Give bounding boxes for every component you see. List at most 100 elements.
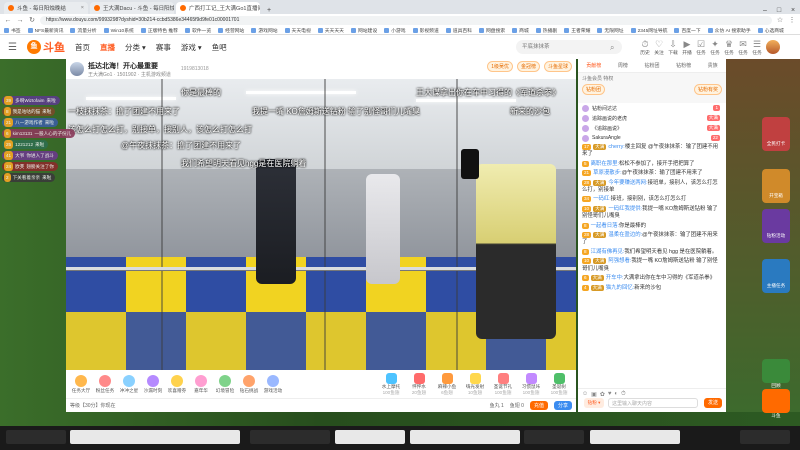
emoji-icon[interactable]: ☺ [582,391,588,398]
chat-username[interactable]: 温柔在盈边的: [608,232,642,238]
promo-card[interactable]: 主播任务 [762,259,790,293]
bookmark-item[interactable]: 王者荣耀 [564,27,590,34]
browser-tab-active[interactable]: 广西打工记_王大满Go1直播间× [176,2,260,14]
chat-tab[interactable]: 周榜 [618,62,628,69]
chat-username[interactable]: 一码红我提供: [608,206,642,212]
bookmark-item[interactable]: 正版特色 推荐 [140,27,178,34]
chat-username[interactable]: 一起看日落: [591,223,619,229]
bookmark-item[interactable]: 网站建设 [350,27,377,34]
menu-icon[interactable]: ⋮ [788,16,796,24]
bookmark-item[interactable]: 经营网站 [218,27,244,34]
fan-level-badge[interactable]: 1级吴优 [487,61,513,72]
gift-item[interactable]: 麻辣小鱼 6鱼翅 [434,372,460,396]
nav-fishbar[interactable]: 鱼吧 [212,42,227,53]
browser-tab[interactable]: 王大满Dacu - 斗鱼 - 每日阳烛晚结× [90,2,174,14]
fanclub-link[interactable]: 钻粉团 [582,84,606,95]
chat-tab[interactable]: 贵族 [708,62,718,69]
overlay-user[interactable]: kim13131 [13,129,33,138]
overlay-user[interactable]: 下关看着亲亲 [13,173,41,182]
streamer-name[interactable]: 王大满Go1 [88,72,112,78]
history-icon[interactable]: ⏱ [621,391,626,398]
tool-3[interactable]: 沙漏时刻 [142,374,164,394]
minimize-icon[interactable]: – [758,7,772,14]
chat-username[interactable]: 今年要赚送两网: [608,180,647,186]
gift-item[interactable]: 怦怦水 20鱼翅 [406,372,432,396]
gift-item[interactable]: 水上摩托 100鱼翅 [378,372,404,396]
fan-item[interactable]: 钻粉间达达 1 [578,103,726,113]
overlay-user[interactable]: 多啊Wiztofaim [15,96,44,105]
image-icon[interactable]: ▣ [591,391,597,398]
taskbar-item[interactable] [70,430,240,444]
bookmark-item[interactable]: 流量分析 [70,27,97,34]
bookmark-item[interactable]: 百度一下 [674,27,701,34]
fan-item[interactable]: 追踪画说的老虎 大满 [578,113,726,123]
hamburger-icon[interactable]: ☰ [8,42,17,53]
taskbar-tray[interactable] [740,430,790,444]
share-button[interactable]: 分享 [553,401,572,410]
tool-6[interactable]: 幻境冒险 [214,374,236,394]
nav-games[interactable]: 游戏 ▾ [181,42,202,53]
bookmark-item[interactable]: 影视频道 [412,27,439,34]
back-icon[interactable]: ← [4,17,12,24]
tool-8[interactable]: 游戏活动 [262,374,284,394]
overlay-user[interactable]: 八一游戏作者 [15,118,43,127]
gift-item[interactable]: 嗨光发射 10鱼翅 [462,372,488,396]
bookmark-item[interactable]: 书签 [4,27,21,34]
taskbar-item[interactable] [410,430,520,444]
taskbar-item[interactable] [6,430,66,444]
planet-badge[interactable]: 斗鱼星球 [543,61,572,72]
header-icon-8[interactable]: ☰ 任务 [746,39,768,56]
taskbar-item[interactable] [590,430,680,444]
promo-card[interactable]: 全民打卡 [762,117,790,151]
overlay-user[interactable]: 1221212 [15,140,33,149]
gift-icon[interactable]: ✿ [600,391,605,398]
chat-tab[interactable]: 钻粉榜 [676,62,691,69]
maximize-icon[interactable]: □ [772,7,786,14]
bookmark-item[interactable]: NFS最新资讯 [27,27,63,34]
overlay-user[interactable]: 大爷 [15,151,24,160]
star-icon[interactable]: ☆ [776,16,784,24]
bookmark-item[interactable]: 无限网址 [597,27,624,34]
tool-1[interactable]: 粉丝任务 [94,374,116,394]
search-input[interactable]: 平底抹抹茶 [516,40,622,54]
search-icon[interactable]: ⌕ [610,43,614,53]
video-player[interactable]: 你是最棒的 王大谋拿出你在车中习得的《军道杀拳》 一枝抹抹茶：撸了团建不用来了 … [66,79,576,370]
fan-item[interactable]: SakuraAngle 22 [578,133,726,143]
chat-input[interactable]: 这里输入聊天内容 [608,398,698,408]
send-button[interactable]: 发送 [704,398,722,408]
bookmark-item[interactable]: 软件一览 [184,27,211,34]
room-category[interactable]: 主机游戏频道 [141,72,171,78]
fan-item[interactable]: 《追踪画说》 大满 [578,123,726,133]
bookmark-item[interactable]: 热播剧 [535,27,557,34]
promo-card[interactable]: 斗鱼 [762,389,790,418]
chat-username[interactable]: 草原漫散步: [593,170,621,176]
overlay-user[interactable]: 我是咕咕的猫 [13,107,41,116]
color-icon[interactable]: ◐ [614,391,618,398]
url-field[interactable]: https://www.douyu.com/9993298?dyshid=30b… [40,15,772,25]
close-icon[interactable]: × [81,5,84,11]
bookmark-item[interactable]: 网盘搜索 [478,27,505,34]
gift-item[interactable]: 习惯鼠咔 100鱼翅 [518,372,544,396]
fan-icon[interactable]: ♥ [608,391,612,398]
bookmark-item[interactable]: 心选商城 [757,27,784,34]
bookmark-item[interactable]: 天天电视 [284,27,311,34]
chat-tab[interactable]: 钻粉团 [644,62,659,69]
bookmark-item[interactable]: 众仿 AI 搜索助手 [707,27,751,34]
bookmark-item[interactable]: 天天天天 [317,27,344,34]
fan-reward-link[interactable]: 钻粉有奖 [693,84,722,95]
bookmark-item[interactable]: Win10系统 [103,27,134,34]
nav-category[interactable]: 分类 ▾ [125,42,146,53]
chat-username[interactable]: 江湖有佛再见: [591,249,625,255]
chat-username[interactable]: 一码红: [593,196,611,202]
nav-home[interactable]: 首页 [75,42,90,53]
forward-icon[interactable]: → [16,17,24,24]
promo-card[interactable]: 开宝箱 [762,169,790,203]
tool-2[interactable]: 冲冲之星 [118,374,140,394]
gift-item[interactable]: 圣诞节礼 100鱼翅 [490,372,516,396]
taskbar-item[interactable] [524,430,584,444]
recharge-button[interactable]: 充值 [529,401,548,410]
bookmark-item[interactable]: 商城 [512,27,529,34]
chat-username[interactable]: 开车中: [606,275,624,281]
chat-tab[interactable]: 贡献榜 [586,62,601,69]
promo-card[interactable]: 回顾 [762,359,790,388]
